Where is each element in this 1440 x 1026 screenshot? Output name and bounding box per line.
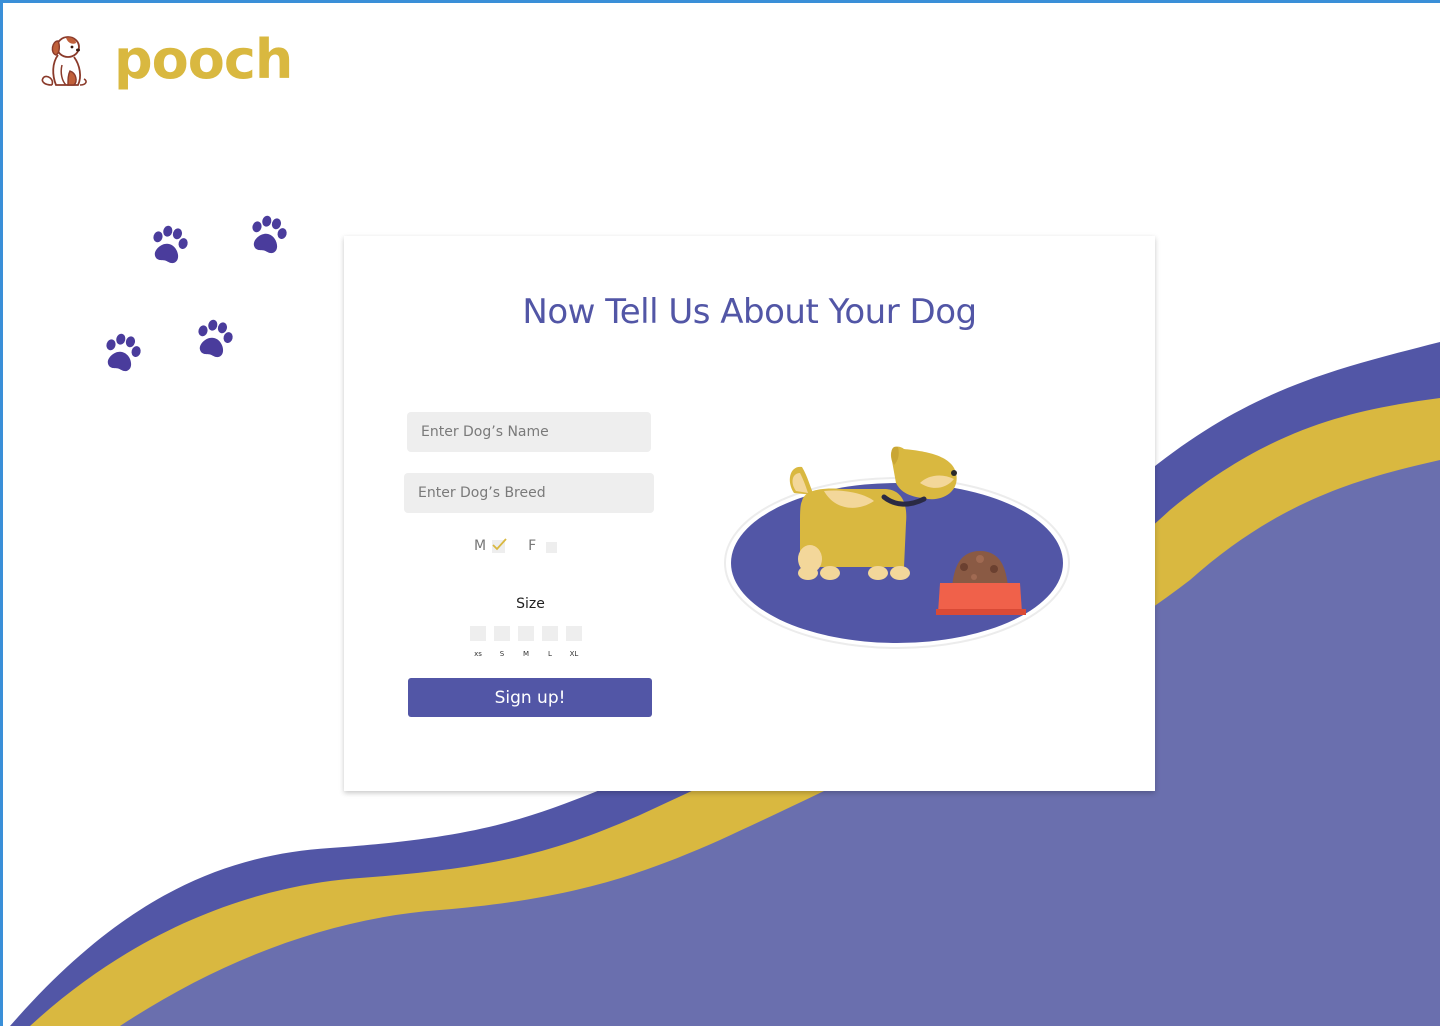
size-m-checkbox[interactable] xyxy=(518,626,534,641)
gender-male-checkbox[interactable] xyxy=(492,537,507,553)
brand-name: pooch xyxy=(114,28,293,91)
sitting-puppy-icon xyxy=(41,36,87,86)
size-xs-checkbox[interactable] xyxy=(470,626,486,641)
gender-option-label: F xyxy=(528,538,537,554)
size-l-checkbox[interactable] xyxy=(542,626,558,641)
checkmark-icon xyxy=(492,537,507,550)
dog-with-food-bowl-icon xyxy=(724,446,1070,649)
dog-name-input[interactable] xyxy=(407,412,651,452)
sign-up-button[interactable]: Sign up! xyxy=(408,678,652,717)
gender-selector: M F xyxy=(474,537,558,554)
size-option-label: L xyxy=(548,650,552,658)
size-option-label: XL xyxy=(569,650,579,658)
size-xl-checkbox[interactable] xyxy=(566,626,582,641)
size-options xyxy=(470,626,590,641)
dog-breed-input[interactable] xyxy=(404,473,654,513)
size-label: Size xyxy=(516,596,545,612)
size-option-label: xs xyxy=(474,650,482,658)
size-option-label: M xyxy=(522,650,530,658)
dog-info-card: Now Tell Us About Your Dog M F Size xs S… xyxy=(344,236,1155,791)
gender-option-label: M xyxy=(474,538,487,554)
form-title: Now Tell Us About Your Dog xyxy=(522,292,977,332)
size-s-checkbox[interactable] xyxy=(494,626,510,641)
gender-female-checkbox[interactable] xyxy=(546,541,558,553)
size-option-label: S xyxy=(499,650,505,658)
brand[interactable]: pooch xyxy=(38,28,293,91)
size-option-labels: xs S M L XL xyxy=(470,650,590,658)
